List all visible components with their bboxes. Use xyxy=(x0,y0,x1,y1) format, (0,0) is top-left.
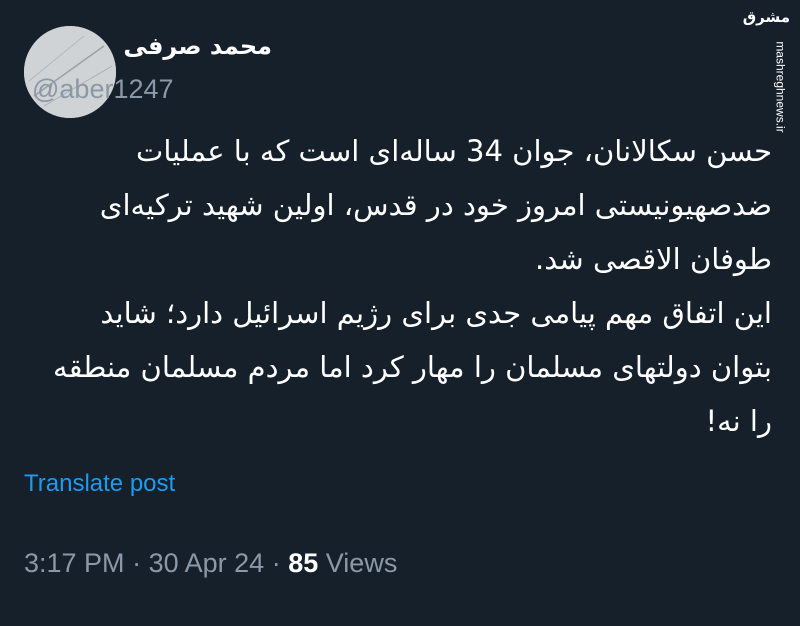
tweet-text-line: طوفان الاقصی شد. xyxy=(534,242,772,276)
display-name[interactable]: محمد صرفی xyxy=(123,32,272,60)
user-handle[interactable]: @aber1247 xyxy=(32,74,174,105)
tweet-text-line: حسن سکالانان، جوان 34 ساله‌ای است که با … xyxy=(136,134,772,168)
watermark-logo: مشرق xyxy=(742,8,790,26)
tweet-text-line: را نه! xyxy=(705,404,772,438)
tweet-meta: 3:17 PM · 30 Apr 24 · 85 Views xyxy=(24,548,397,579)
tweet-text-line: بتوان دولتهای مسلمان را مهار کرد اما مرد… xyxy=(53,350,772,384)
watermark-url: mashreghnews.ir xyxy=(773,41,788,133)
meta-separator: · xyxy=(132,548,142,578)
translate-post-link[interactable]: Translate post xyxy=(24,470,175,498)
tweet-time[interactable]: 3:17 PM xyxy=(24,548,125,578)
tweet-text-line: ضدصهیونیستی امروز خود در قدس، اولین شهید… xyxy=(99,188,772,222)
views-label: Views xyxy=(325,548,398,578)
tweet-text: حسن سکالانان، جوان 34 ساله‌ای است که با … xyxy=(22,124,772,448)
meta-separator: · xyxy=(271,548,281,578)
views-count[interactable]: 85 xyxy=(288,548,318,578)
tweet-text-line: این اتفاق مهم پیامی جدی برای رژیم اسرائی… xyxy=(100,296,772,330)
tweet-date[interactable]: 30 Apr 24 xyxy=(149,548,265,578)
watermark: مشرق mashreghnews.ir xyxy=(743,8,794,138)
tweet-card: محمد صرفی @aber1247 مشرق mashreghnews.ir… xyxy=(0,0,800,626)
